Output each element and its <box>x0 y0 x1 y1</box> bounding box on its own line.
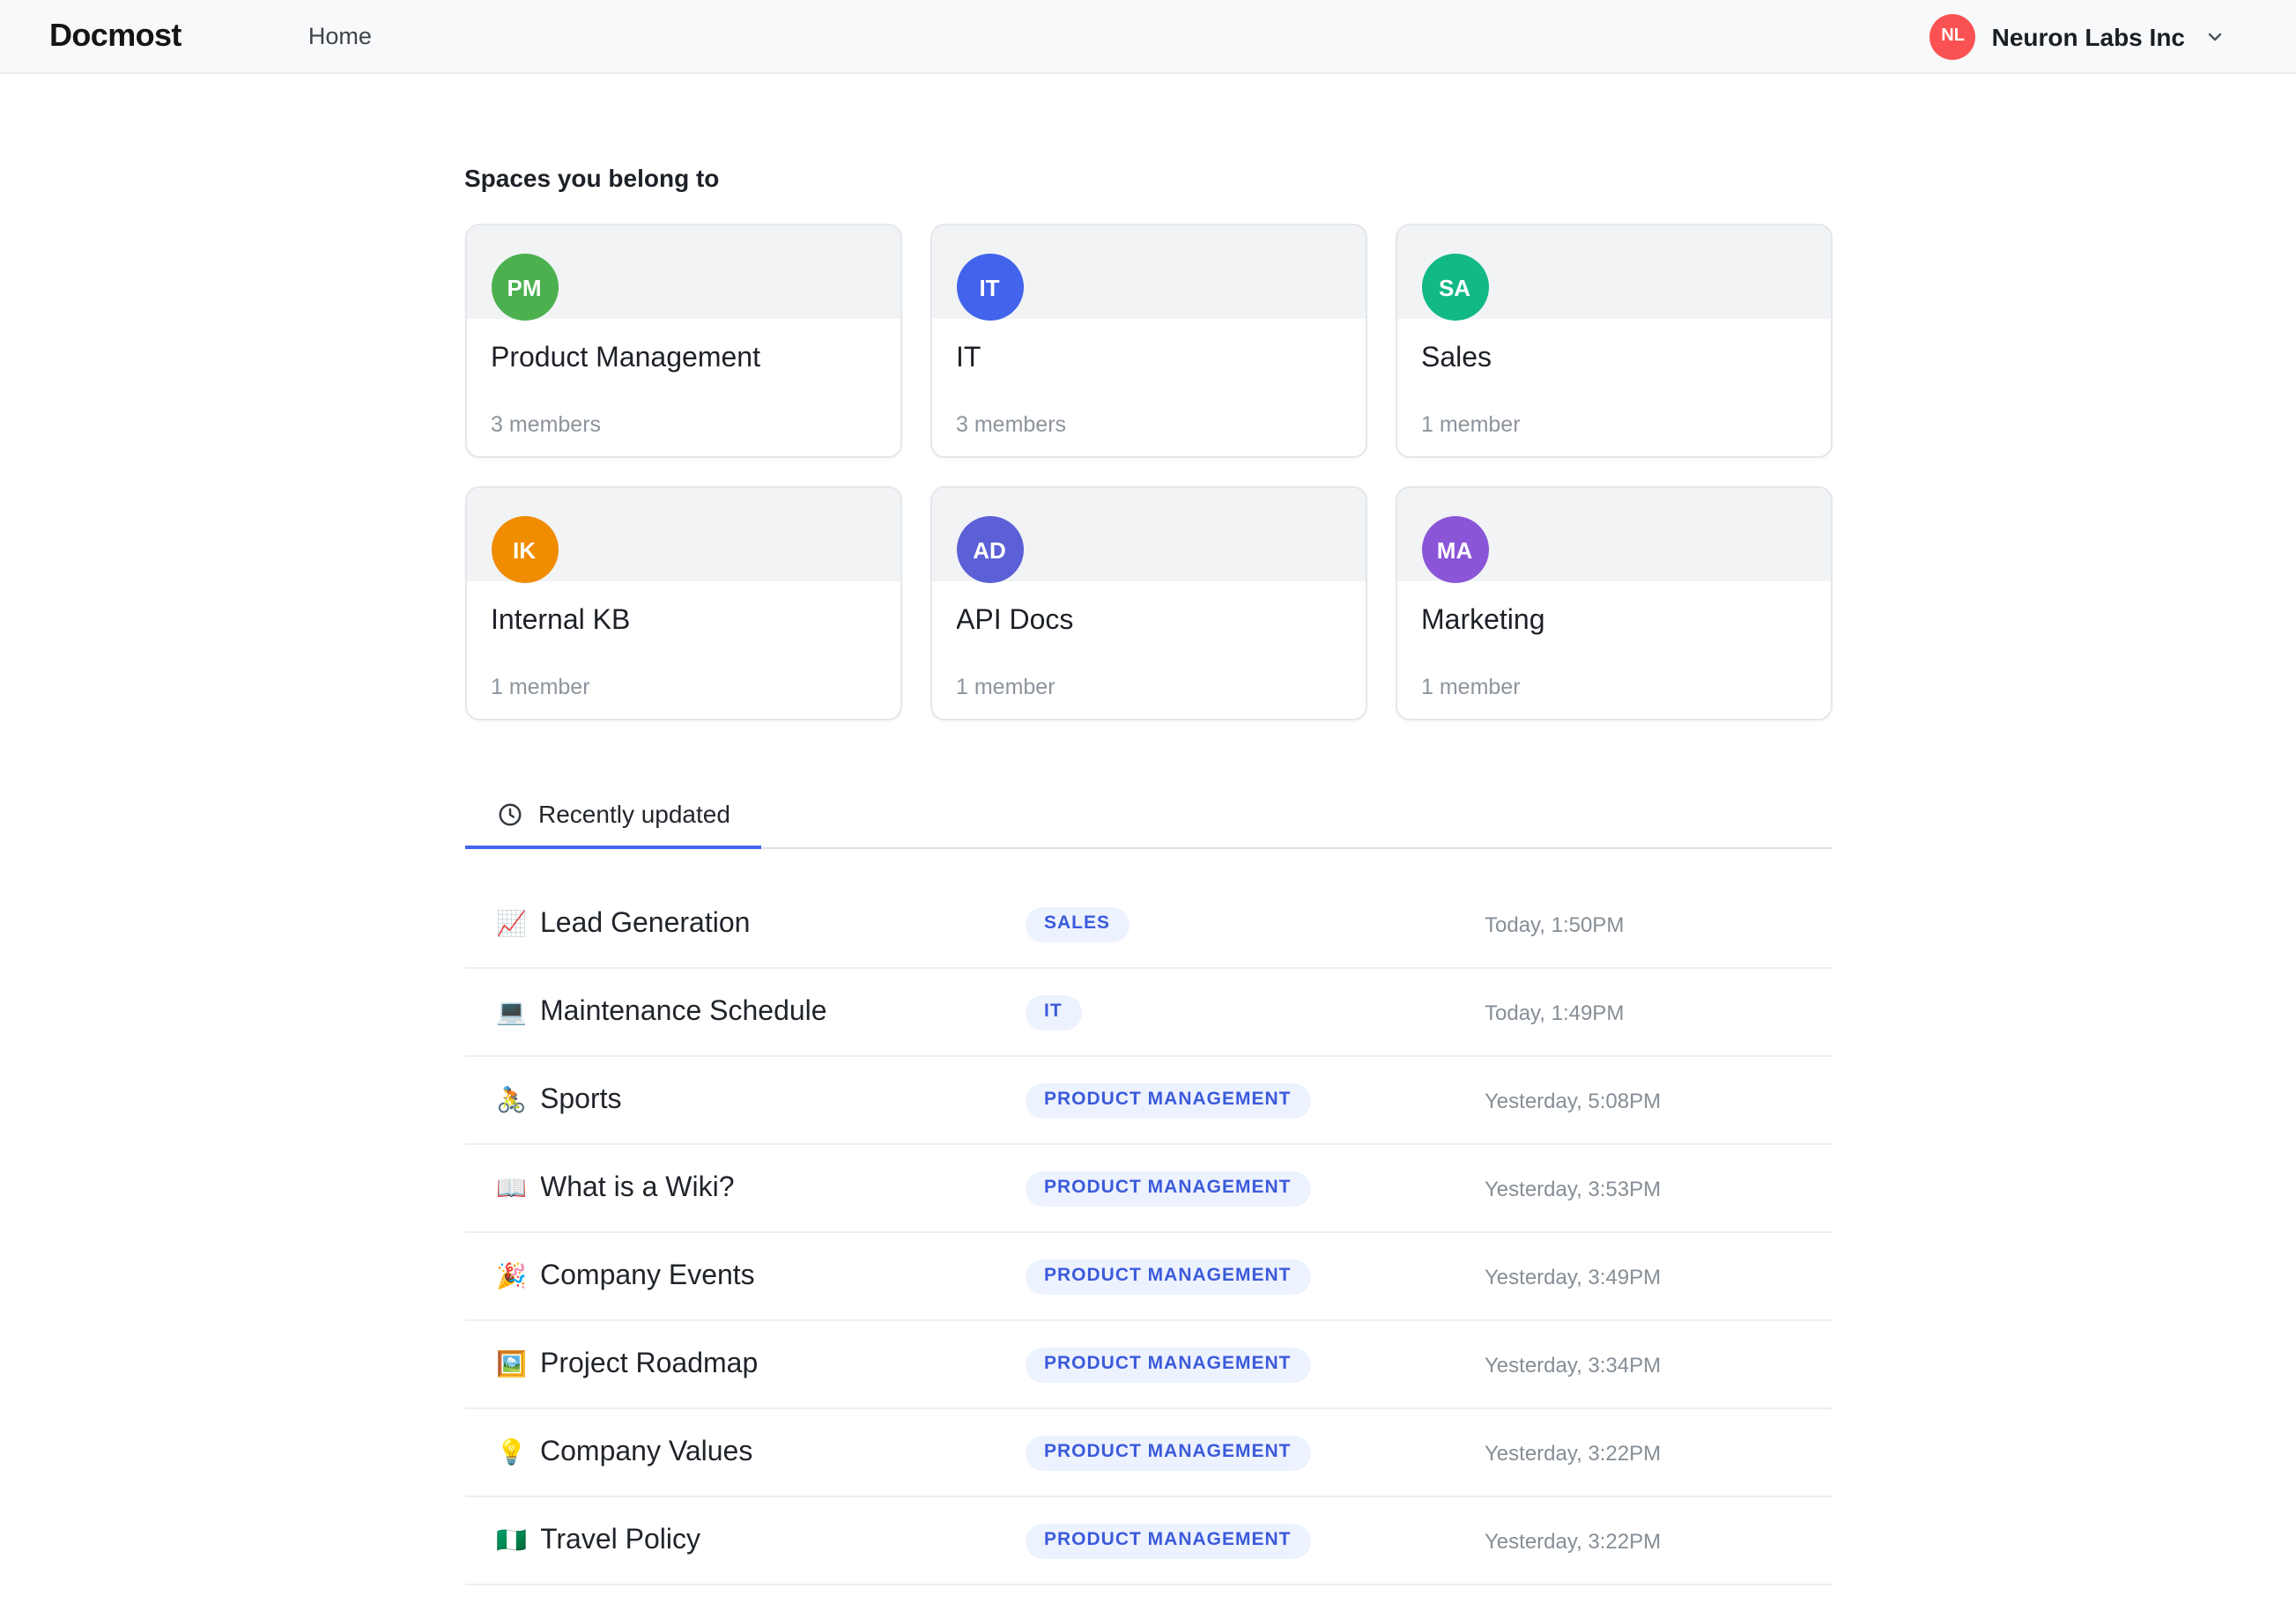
space-card[interactable]: MA Marketing 1 member <box>1395 486 1832 720</box>
chart-increasing-icon: 📈 <box>496 910 527 938</box>
space-avatar: PM <box>491 254 558 321</box>
recent-page-row[interactable]: 📖 What is a Wiki? PRODUCT MANAGEMENT Yes… <box>464 1145 1832 1233</box>
space-member-count: 1 member <box>1421 412 1521 437</box>
space-member-count: 3 members <box>956 412 1067 437</box>
badge-column: PRODUCT MANAGEMENT <box>1025 1082 1485 1119</box>
workspace-avatar: NL <box>1929 13 1976 59</box>
page-title: Sports <box>540 1084 622 1114</box>
badge-column: PRODUCT MANAGEMENT <box>1025 1346 1485 1383</box>
space-name: Internal KB <box>491 606 631 636</box>
space-card-band: SA <box>1396 225 1830 321</box>
clock-icon <box>496 801 522 827</box>
workspace-switcher[interactable]: NL Neuron Labs Inc <box>1929 13 2226 59</box>
recent-page-row[interactable]: 💻 Maintenance Schedule IT Today, 1:49PM <box>464 969 1832 1057</box>
space-avatar: AD <box>956 516 1023 583</box>
tab-recently-updated[interactable]: Recently updated <box>464 782 762 849</box>
updated-time: Yesterday, 3:34PM <box>1485 1352 1662 1377</box>
badge-column: IT <box>1025 994 1485 1030</box>
updated-time: Yesterday, 3:22PM <box>1485 1440 1662 1465</box>
recent-list: 📈 Lead Generation SALES Today, 1:50PM 💻 … <box>464 881 1832 1585</box>
space-card[interactable]: IT IT 3 members <box>930 224 1366 458</box>
space-card[interactable]: AD API Docs 1 member <box>930 486 1366 720</box>
app-logo[interactable]: Docmost <box>49 18 181 55</box>
updated-time: Yesterday, 3:53PM <box>1485 1176 1662 1200</box>
badge-column: PRODUCT MANAGEMENT <box>1025 1522 1485 1559</box>
home-content: Spaces you belong to PM Product Manageme… <box>464 74 1832 1585</box>
space-card-band: AD <box>931 488 1365 583</box>
badge-column: PRODUCT MANAGEMENT <box>1025 1170 1485 1207</box>
recent-page-row[interactable]: 📈 Lead Generation SALES Today, 1:50PM <box>464 881 1832 969</box>
space-card-band: PM <box>466 225 900 321</box>
top-header: Docmost Home NL Neuron Labs Inc <box>0 0 2296 74</box>
updated-time: Today, 1:50PM <box>1485 912 1625 936</box>
page-title: Project Roadmap <box>540 1348 759 1378</box>
light-bulb-icon: 💡 <box>496 1438 527 1466</box>
space-badge[interactable]: PRODUCT MANAGEMENT <box>1025 1348 1311 1383</box>
space-card-band: MA <box>1396 488 1830 583</box>
updated-time: Yesterday, 3:49PM <box>1485 1264 1662 1289</box>
tabs-bar: Recently updated <box>464 782 1832 849</box>
main-nav: Home <box>308 20 372 52</box>
space-badge[interactable]: SALES <box>1025 907 1130 942</box>
space-badge[interactable]: PRODUCT MANAGEMENT <box>1025 1524 1311 1559</box>
recent-page-row[interactable]: 💡 Company Values PRODUCT MANAGEMENT Yest… <box>464 1409 1832 1497</box>
spaces-heading: Spaces you belong to <box>464 164 720 192</box>
app-root: Docmost Home NL Neuron Labs Inc Spaces y… <box>0 0 2296 1603</box>
space-badge[interactable]: PRODUCT MANAGEMENT <box>1025 1171 1311 1207</box>
chevron-down-icon <box>2204 26 2226 47</box>
space-badge[interactable]: PRODUCT MANAGEMENT <box>1025 1436 1311 1471</box>
space-badge[interactable]: IT <box>1025 995 1082 1030</box>
spaces-grid: PM Product Management 3 members IT IT 3 … <box>464 224 1832 720</box>
space-card[interactable]: IK Internal KB 1 member <box>464 486 901 720</box>
space-name: Sales <box>1421 344 1492 373</box>
party-popper-icon: 🎉 <box>496 1262 527 1290</box>
recent-page-row[interactable]: 🎉 Company Events PRODUCT MANAGEMENT Yest… <box>464 1233 1832 1321</box>
updated-time: Yesterday, 5:08PM <box>1485 1088 1662 1112</box>
space-member-count: 1 member <box>491 675 590 699</box>
tab-label: Recently updated <box>538 800 730 828</box>
page-title: Company Events <box>540 1260 755 1290</box>
page-title: What is a Wiki? <box>540 1172 735 1202</box>
space-card-band: IT <box>931 225 1365 321</box>
page-title: Lead Generation <box>540 908 751 938</box>
workspace-name: Neuron Labs Inc <box>1991 22 2185 50</box>
page-title: Travel Policy <box>540 1525 700 1555</box>
space-name: API Docs <box>956 606 1074 636</box>
page-title: Company Values <box>540 1437 753 1466</box>
open-book-icon: 📖 <box>496 1174 527 1202</box>
framed-picture-icon: 🖼️ <box>496 1350 527 1378</box>
space-card[interactable]: SA Sales 1 member <box>1395 224 1832 458</box>
space-avatar: IT <box>956 254 1023 321</box>
space-avatar: MA <box>1421 516 1488 583</box>
space-name: IT <box>956 344 981 373</box>
recent-page-row[interactable]: 🇳🇬 Travel Policy PRODUCT MANAGEMENT Yest… <box>464 1497 1832 1585</box>
nav-home[interactable]: Home <box>308 22 372 48</box>
space-badge[interactable]: PRODUCT MANAGEMENT <box>1025 1260 1311 1295</box>
space-member-count: 1 member <box>956 675 1055 699</box>
updated-time: Today, 1:49PM <box>1485 1000 1625 1024</box>
space-avatar: SA <box>1421 254 1488 321</box>
recent-page-row[interactable]: 🖼️ Project Roadmap PRODUCT MANAGEMENT Ye… <box>464 1321 1832 1409</box>
badge-column: SALES <box>1025 905 1485 942</box>
badge-column: PRODUCT MANAGEMENT <box>1025 1434 1485 1471</box>
badge-column: PRODUCT MANAGEMENT <box>1025 1258 1485 1295</box>
space-name: Product Management <box>491 344 760 373</box>
space-card[interactable]: PM Product Management 3 members <box>464 224 901 458</box>
laptop-icon: 💻 <box>496 998 527 1026</box>
updated-time: Yesterday, 3:22PM <box>1485 1528 1662 1553</box>
space-avatar: IK <box>491 516 558 583</box>
cyclist-icon: 🚴 <box>496 1086 527 1114</box>
space-name: Marketing <box>1421 606 1545 636</box>
recent-page-row[interactable]: 🚴 Sports PRODUCT MANAGEMENT Yesterday, 5… <box>464 1057 1832 1145</box>
space-badge[interactable]: PRODUCT MANAGEMENT <box>1025 1083 1311 1119</box>
space-card-band: IK <box>466 488 900 583</box>
nigeria-flag-icon: 🇳🇬 <box>496 1526 527 1555</box>
page-title: Maintenance Schedule <box>540 996 827 1026</box>
space-member-count: 1 member <box>1421 675 1521 699</box>
space-member-count: 3 members <box>491 412 602 437</box>
